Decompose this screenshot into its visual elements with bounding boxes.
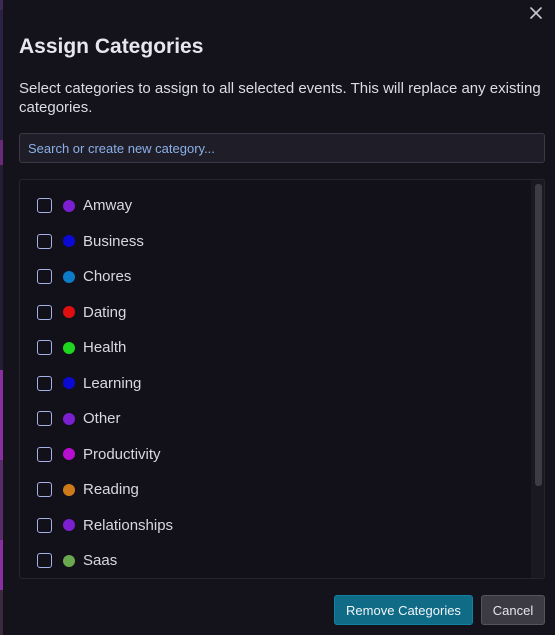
category-color-dot	[63, 519, 75, 532]
category-label: Dating	[83, 303, 127, 321]
category-label: Learning	[83, 374, 142, 392]
category-color-dot	[63, 483, 75, 496]
dialog-title: Assign Categories	[19, 35, 204, 58]
category-checkbox[interactable]	[37, 446, 52, 462]
category-item[interactable]: Reading	[20, 472, 530, 508]
category-list-scrollbar[interactable]	[531, 180, 544, 578]
category-checkbox[interactable]	[37, 198, 52, 214]
category-item[interactable]: Productivity	[20, 437, 530, 473]
category-checkbox[interactable]	[37, 482, 52, 498]
category-label: Other	[83, 410, 121, 428]
assign-categories-dialog: Assign Categories Select categories to a…	[3, 0, 555, 635]
category-item[interactable]: Learning	[20, 366, 530, 402]
category-color-dot	[63, 270, 75, 283]
category-color-dot	[63, 341, 75, 354]
category-item[interactable]: Saas	[20, 543, 530, 578]
category-checkbox[interactable]	[37, 375, 52, 391]
category-search-input[interactable]	[19, 133, 545, 163]
category-item[interactable]: Dating	[20, 295, 530, 331]
category-color-dot	[63, 306, 75, 319]
category-item[interactable]: Chores	[20, 259, 530, 295]
category-color-dot	[63, 448, 75, 461]
category-item[interactable]: Health	[20, 330, 530, 366]
category-checkbox[interactable]	[37, 340, 52, 356]
category-label: Productivity	[83, 445, 161, 463]
category-item[interactable]: Other	[20, 401, 530, 437]
category-label: Amway	[83, 197, 133, 215]
cancel-button[interactable]: Cancel	[481, 595, 545, 625]
close-button[interactable]	[527, 4, 545, 22]
category-label: Business	[83, 232, 144, 250]
category-item[interactable]: Business	[20, 224, 530, 260]
category-checkbox[interactable]	[37, 233, 52, 249]
category-color-dot	[63, 554, 75, 567]
category-label: Health	[83, 339, 127, 357]
category-item[interactable]: Relationships	[20, 508, 530, 544]
category-list: Amway Business Chores Dating Health Learning O…	[20, 188, 530, 578]
category-color-dot	[63, 235, 75, 248]
category-label: Saas	[83, 552, 118, 570]
category-checkbox[interactable]	[37, 553, 52, 569]
category-color-dot	[63, 377, 75, 390]
category-checkbox[interactable]	[37, 411, 52, 427]
close-icon	[530, 7, 542, 19]
category-label: Chores	[83, 268, 132, 286]
category-label: Relationships	[83, 516, 174, 534]
category-item[interactable]: Amway	[20, 188, 530, 224]
scrollbar-thumb[interactable]	[535, 184, 542, 486]
dialog-description: Select categories to assign to all selec…	[19, 80, 541, 116]
remove-categories-button[interactable]: Remove Categories	[334, 595, 473, 625]
category-label: Reading	[83, 481, 139, 499]
category-list-panel: Amway Business Chores Dating Health Learning O…	[19, 179, 545, 579]
category-color-dot	[63, 412, 75, 425]
category-color-dot	[63, 199, 75, 212]
category-checkbox[interactable]	[37, 304, 52, 320]
category-checkbox[interactable]	[37, 269, 52, 285]
category-checkbox[interactable]	[37, 517, 52, 533]
